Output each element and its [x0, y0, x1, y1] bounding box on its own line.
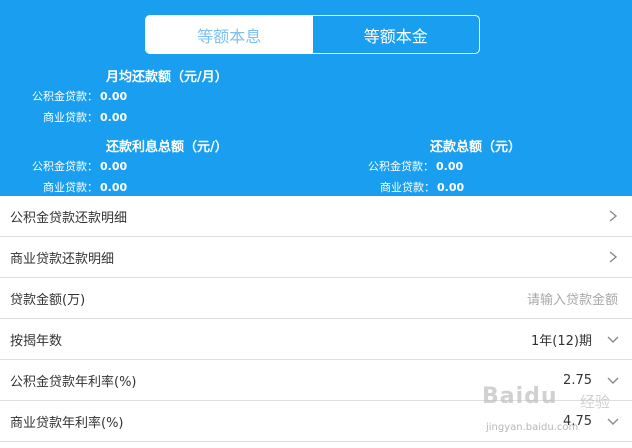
repay-commercial-line: 商业贷款： 0.00 — [380, 179, 464, 195]
commercial-rate-value: 4.75 — [563, 413, 592, 429]
fund-rate-value: 2.75 — [563, 372, 592, 388]
monthly-commercial-label: 商业贷款： — [43, 111, 98, 124]
mortgage-years-row[interactable]: 按揭年数 1年(12)期 — [0, 319, 632, 360]
repay-total-title: 还款总额（元） — [430, 140, 522, 155]
fund-repayment-detail-row[interactable]: 公积金贷款还款明细 — [0, 196, 632, 237]
interest-commercial-value: 0.00 — [100, 181, 128, 194]
loan-amount-label: 贷款金额(万) — [10, 292, 86, 308]
chevron-down-icon — [607, 336, 619, 343]
fund-rate-label: 公积金贷款年利率(%) — [10, 374, 137, 390]
fund-repayment-detail-label: 公积金贷款还款明细 — [10, 210, 128, 226]
mortgage-years-label: 按揭年数 — [10, 333, 63, 349]
monthly-payment-title: 月均还款额（元/月） — [106, 70, 228, 85]
fund-rate-select[interactable]: 2.75 — [563, 373, 620, 388]
chevron-right-icon — [609, 251, 618, 263]
commercial-detail-right — [606, 250, 620, 264]
interest-commercial-line: 商业贷款： 0.00 — [43, 179, 127, 195]
fund-rate-row[interactable]: 公积金贷款年利率(%) 2.75 — [0, 360, 632, 401]
repay-commercial-label: 商业贷款： — [380, 181, 435, 194]
repay-fund-label: 公积金贷款： — [368, 160, 434, 173]
chevron-down-icon — [607, 377, 619, 384]
mortgage-years-value: 1年(12)期 — [531, 333, 592, 349]
chevron-down-icon — [607, 418, 619, 425]
interest-total-title: 还款利息总额（元/） — [106, 140, 228, 155]
loan-form: 公积金贷款还款明细 商业贷款还款明细 贷款金额(万) 请输入贷款金额 按揭年数 … — [0, 196, 632, 442]
monthly-fund-label: 公积金贷款： — [32, 90, 98, 103]
chevron-right-icon — [609, 210, 618, 222]
summary-panel: 等额本息 等额本金 月均还款额（元/月） 公积金贷款： 0.00 商业贷款： 0.0… — [0, 0, 632, 196]
interest-commercial-label: 商业贷款： — [43, 181, 98, 194]
mortgage-years-select[interactable]: 1年(12)期 — [531, 330, 620, 349]
loan-amount-input[interactable]: 请输入贷款金额 — [527, 289, 618, 308]
monthly-fund-line: 公积金贷款： 0.00 — [32, 88, 127, 104]
interest-fund-value: 0.00 — [100, 160, 128, 173]
repay-commercial-value: 0.00 — [437, 181, 465, 194]
commercial-repayment-detail-row[interactable]: 商业贷款还款明细 — [0, 237, 632, 278]
commercial-rate-select[interactable]: 4.75 — [563, 414, 620, 429]
tab-equal-principal[interactable]: 等额本金 — [313, 16, 480, 53]
monthly-fund-value: 0.00 — [100, 90, 128, 103]
tab-equal-installment[interactable]: 等额本息 — [146, 16, 313, 53]
monthly-commercial-line: 商业贷款： 0.00 — [43, 109, 127, 125]
repayment-method-toggle: 等额本息 等额本金 — [145, 15, 480, 54]
repay-fund-value: 0.00 — [436, 160, 464, 173]
commercial-rate-row[interactable]: 商业贷款年利率(%) 4.75 — [0, 401, 632, 442]
commercial-repayment-detail-label: 商业贷款还款明细 — [10, 251, 115, 267]
fund-detail-right — [606, 209, 620, 223]
interest-fund-line: 公积金贷款： 0.00 — [32, 158, 127, 174]
loan-amount-row: 贷款金额(万) 请输入贷款金额 — [0, 278, 632, 319]
interest-fund-label: 公积金贷款： — [32, 160, 98, 173]
repay-fund-line: 公积金贷款： 0.00 — [368, 158, 463, 174]
monthly-commercial-value: 0.00 — [100, 111, 128, 124]
commercial-rate-label: 商业贷款年利率(%) — [10, 415, 124, 431]
